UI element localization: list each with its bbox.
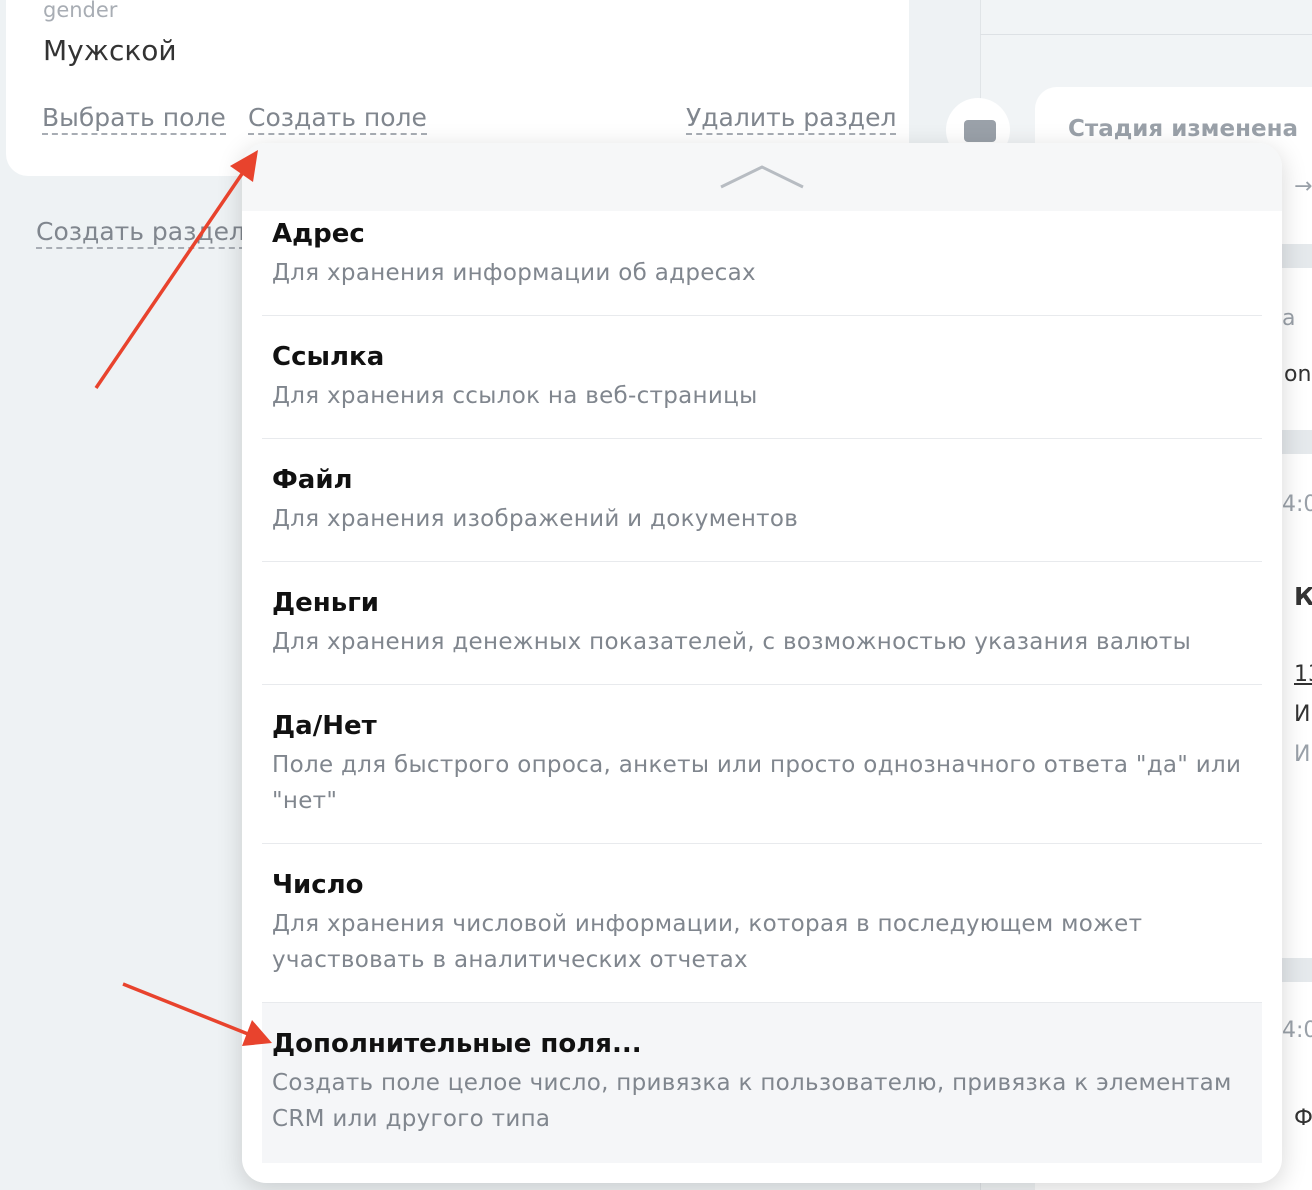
field-type-number[interactable]: Число Для хранения числовой информации, …	[262, 844, 1262, 1003]
timeline-divider	[980, 34, 1312, 35]
create-section-link[interactable]: Создать раздел	[36, 217, 246, 249]
field-type-boolean[interactable]: Да/Нет Поле для быстрого опроса, анкеты …	[262, 685, 1262, 844]
timeline-peek-text: 4:0	[1282, 492, 1312, 517]
timeline-peek-text: И	[1294, 742, 1311, 767]
timeline-peek-text: К	[1294, 582, 1312, 611]
tag-icon	[964, 120, 996, 142]
choose-field-link[interactable]: Выбрать поле	[42, 103, 226, 135]
timeline-band	[1282, 958, 1312, 982]
item-description: Поле для быстрого опроса, анкеты или про…	[272, 752, 1242, 814]
timeline-peek-text: И	[1294, 702, 1311, 727]
field-label: gender	[43, 0, 118, 22]
item-title: Дополнительные поля...	[272, 1029, 642, 1059]
item-description: Создать поле целое число, привязка к пол…	[272, 1070, 1232, 1132]
field-value: Мужской	[43, 34, 177, 67]
timeline-peek-text: →	[1294, 174, 1312, 199]
delete-section-link[interactable]: Удалить раздел	[686, 103, 897, 135]
item-title: Да/Нет	[272, 711, 377, 741]
timeline-stage-title: Стадия изменена	[1068, 116, 1298, 142]
popup-scroll-up[interactable]	[242, 143, 1282, 211]
item-title: Деньги	[272, 588, 379, 618]
field-type-link[interactable]: Ссылка Для хранения ссылок на веб-страни…	[262, 316, 1262, 439]
chevron-up-icon	[720, 165, 804, 189]
item-title: Адрес	[272, 219, 365, 249]
field-type-list: Адрес Для хранения информации об адресах…	[262, 211, 1262, 1163]
item-title: Число	[272, 870, 364, 900]
item-description: Для хранения изображений и документов	[272, 506, 799, 532]
field-type-money[interactable]: Деньги Для хранения денежных показателей…	[262, 562, 1262, 685]
timeline-peek-text: on	[1284, 362, 1312, 387]
field-type-address[interactable]: Адрес Для хранения информации об адресах	[262, 211, 1262, 316]
timeline-band	[1282, 430, 1312, 454]
timeline-band	[1282, 244, 1312, 268]
create-field-link[interactable]: Создать поле	[248, 103, 427, 135]
annotation-arrow-create-field	[94, 150, 258, 389]
item-description: Для хранения числовой информации, котора…	[272, 911, 1143, 973]
item-title: Файл	[272, 465, 353, 495]
field-type-file[interactable]: Файл Для хранения изображений и документ…	[262, 439, 1262, 562]
item-description: Для хранения ссылок на веб-страницы	[272, 383, 758, 409]
field-type-additional[interactable]: Дополнительные поля... Создать поле цело…	[262, 1003, 1262, 1163]
timeline-peek-text: 4:0	[1282, 1018, 1312, 1043]
item-description: Для хранения денежных показателей, с воз…	[272, 629, 1192, 655]
timeline-peek-text: Ф	[1294, 1106, 1312, 1131]
item-title: Ссылка	[272, 342, 385, 372]
timeline-peek-text: 13	[1294, 662, 1312, 687]
field-type-popup: Адрес Для хранения информации об адресах…	[242, 143, 1282, 1183]
timeline-peek-text: а	[1282, 306, 1296, 331]
item-description: Для хранения информации об адресах	[272, 260, 756, 286]
